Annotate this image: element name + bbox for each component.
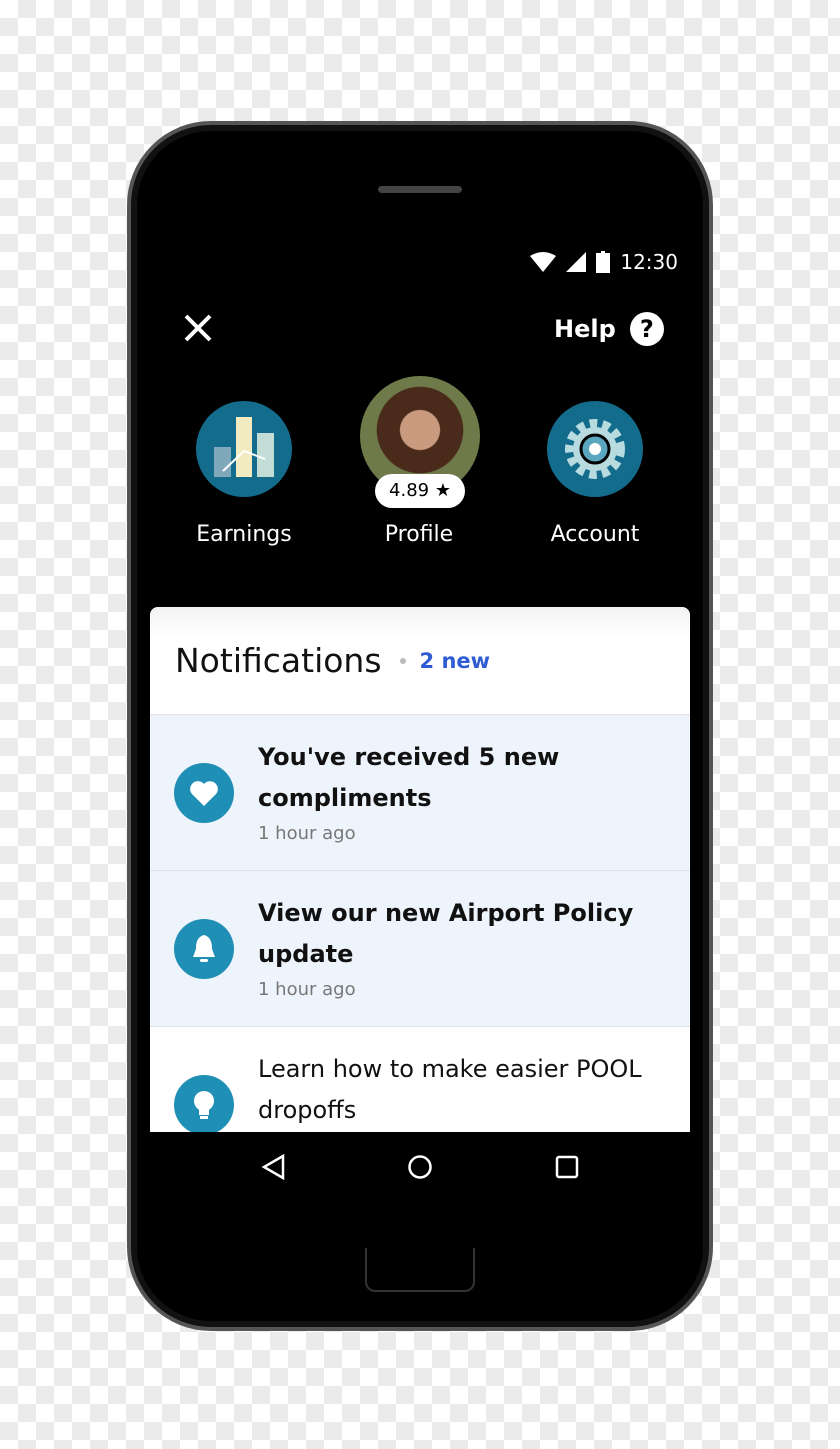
gear-icon: [565, 419, 625, 479]
notifications-title: Notifications: [175, 641, 382, 680]
notification-item[interactable]: View our new Airport Policy update 1 hou…: [150, 871, 690, 1027]
new-count: 2 new: [419, 648, 491, 673]
notification-time: 1 hour ago: [258, 823, 356, 844]
android-nav-bar: [150, 1132, 690, 1202]
wifi-icon: [530, 252, 557, 272]
recents-icon[interactable]: [555, 1155, 579, 1179]
notification-item[interactable]: Learn how to make easier POOL dropoffs: [150, 1027, 690, 1132]
bell-icon: [174, 919, 234, 979]
physical-home-button: [365, 1248, 475, 1292]
lightbulb-icon: [174, 1075, 234, 1132]
heart-icon: [174, 763, 234, 823]
clock: 12:30: [620, 250, 678, 274]
notification-title: You've received 5 new compliments: [258, 743, 560, 812]
earnings-label: Earnings: [196, 522, 292, 547]
notification-item[interactable]: You've received 5 new compliments 1 hour…: [150, 715, 690, 871]
notification-title: Learn how to make easier POOL dropoffs: [258, 1055, 642, 1124]
notification-time: 1 hour ago: [258, 979, 356, 1000]
close-icon[interactable]: [180, 310, 216, 346]
earnings-chart-icon: [214, 417, 274, 477]
account-label: Account: [550, 522, 640, 547]
question-icon: ?: [629, 312, 664, 346]
rating-badge: 4.89 ★: [375, 474, 465, 508]
status-bar: 12:30: [530, 250, 678, 274]
separator-dot: [399, 657, 406, 664]
notification-title: View our new Airport Policy update: [258, 899, 634, 968]
account-button[interactable]: [547, 401, 643, 497]
notifications-header: Notifications 2 new: [150, 607, 690, 715]
help-label: Help: [554, 315, 616, 343]
help-button[interactable]: Help ?: [554, 312, 664, 346]
notifications-card: Notifications 2 new You've received 5 ne…: [150, 607, 690, 1132]
battery-icon: [596, 251, 611, 273]
earnings-button[interactable]: [196, 401, 292, 497]
profile-label: Profile: [384, 522, 454, 547]
signal-icon: [566, 252, 587, 272]
back-icon[interactable]: [261, 1154, 285, 1180]
speaker-grill: [378, 186, 462, 193]
home-icon[interactable]: [407, 1154, 433, 1180]
